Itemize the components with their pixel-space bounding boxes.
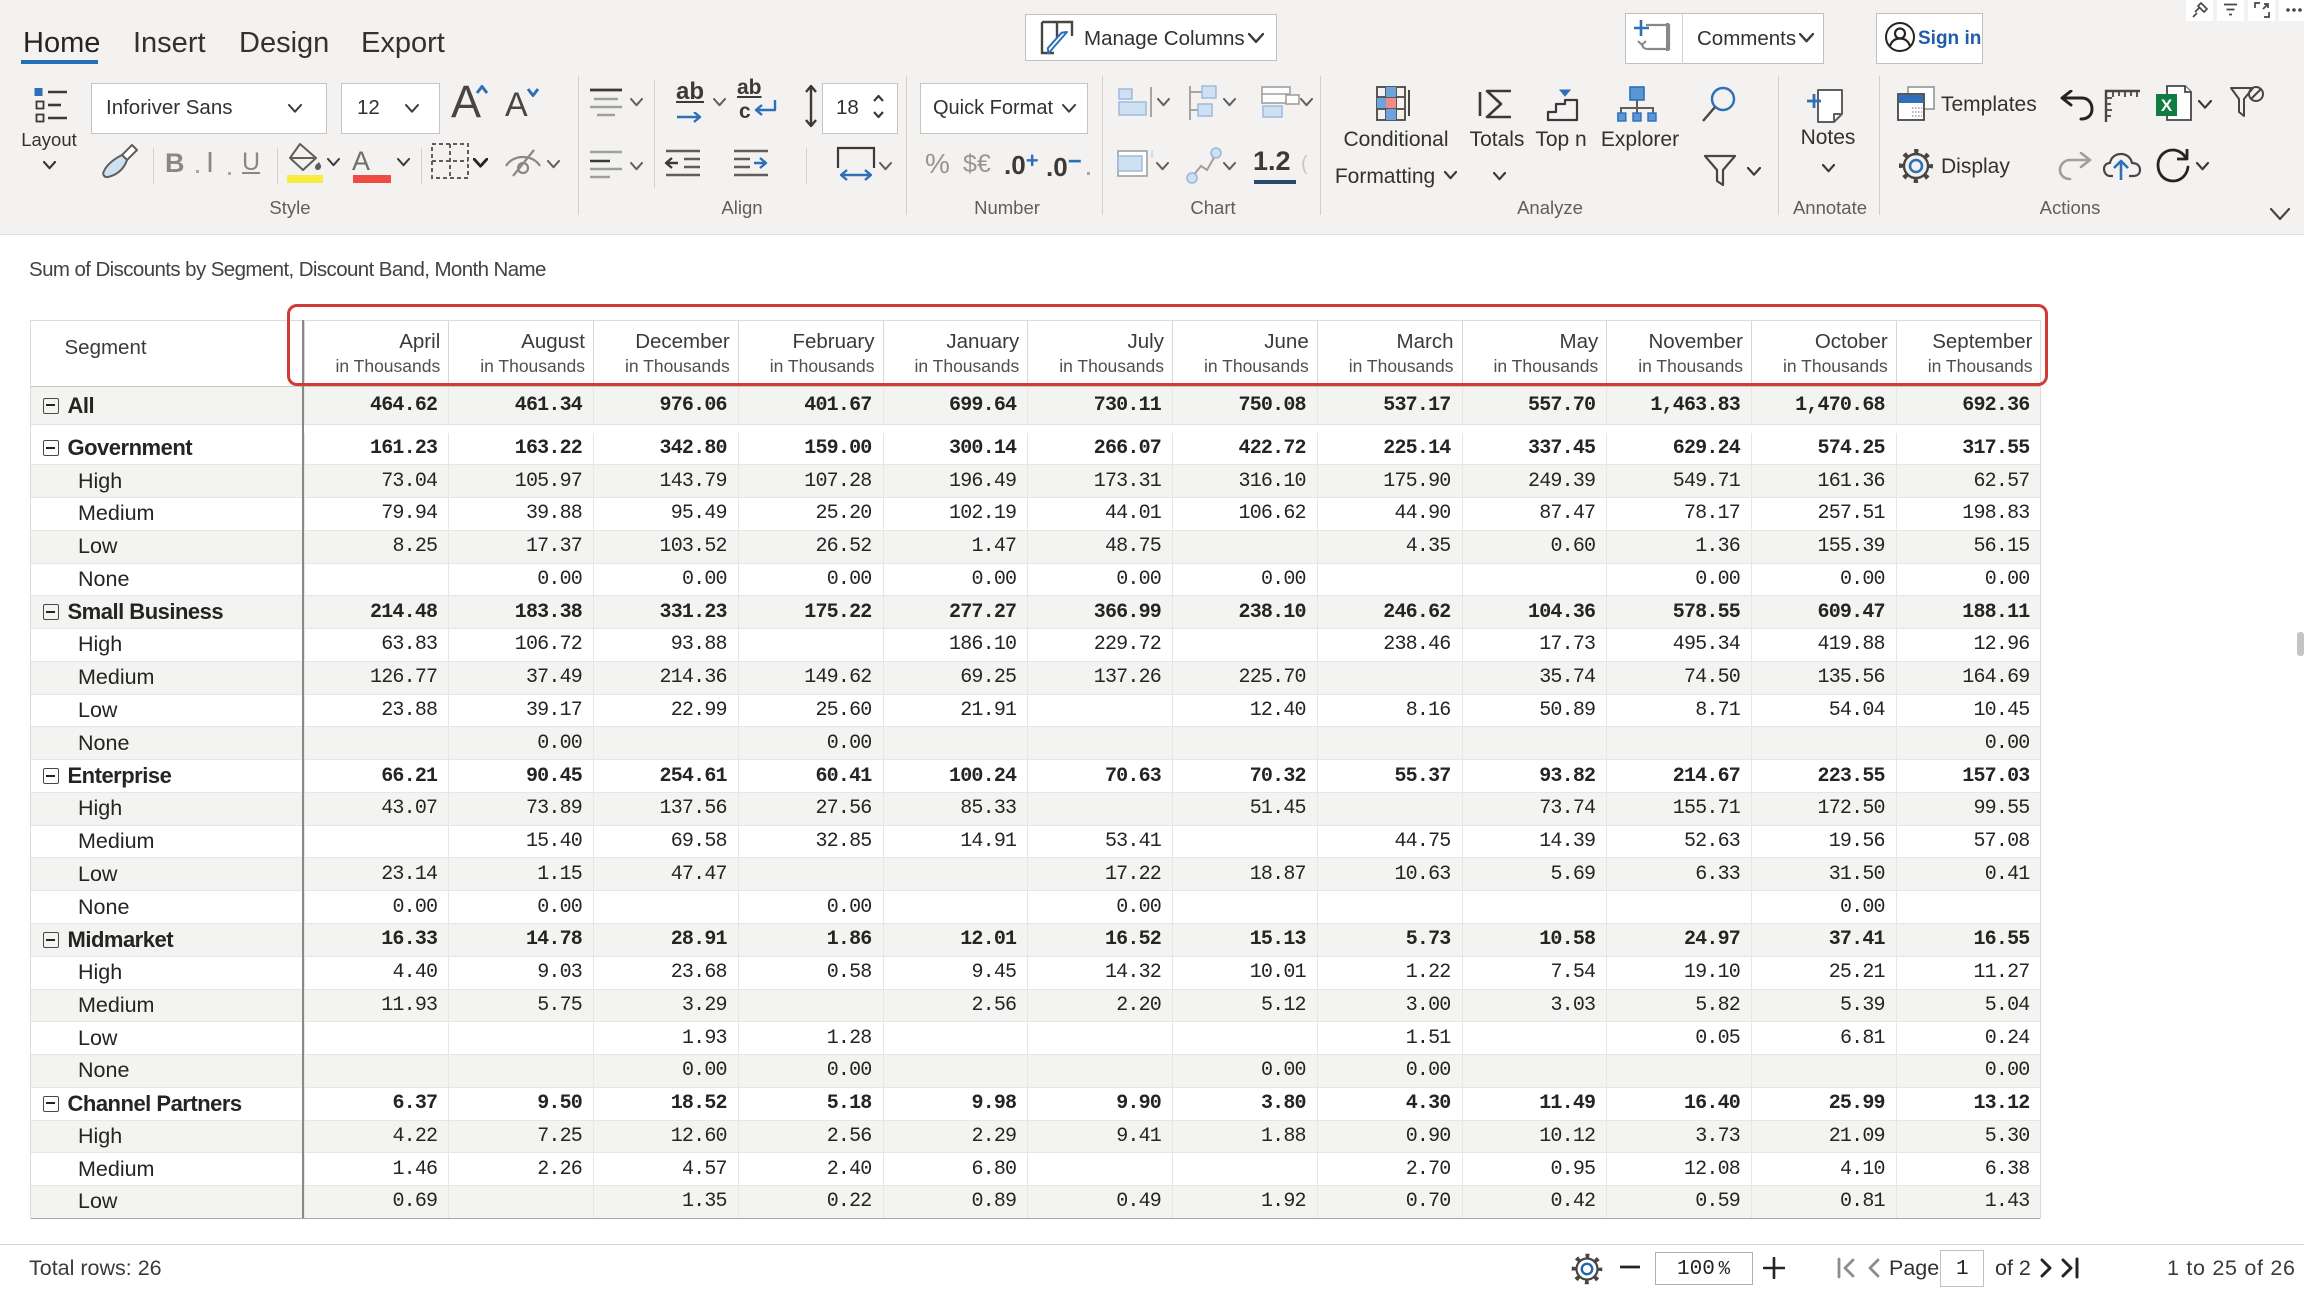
svg-text:X: X	[2161, 96, 2173, 115]
